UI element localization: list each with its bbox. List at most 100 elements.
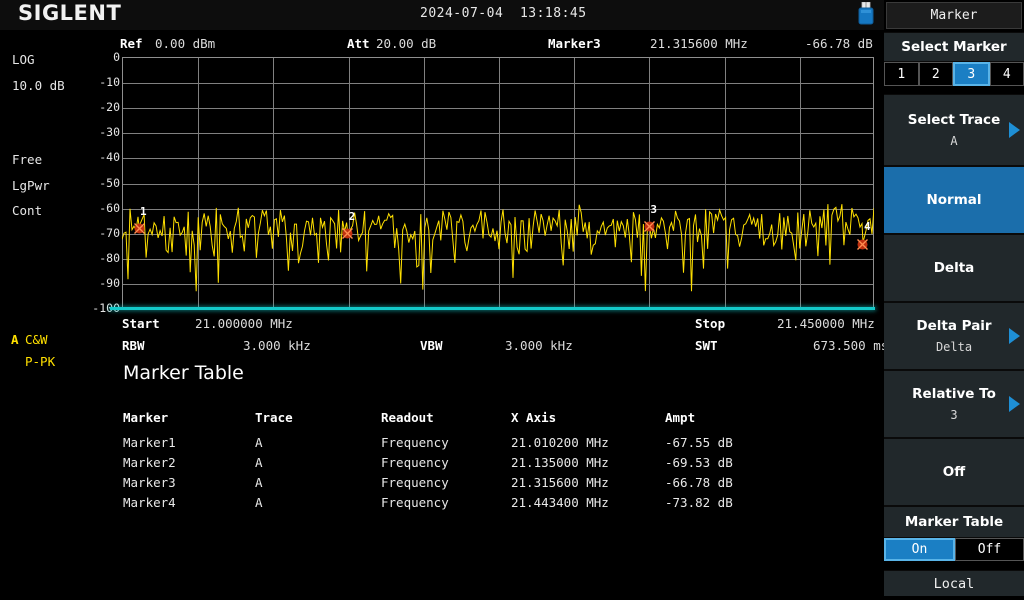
table-cell: -67.55 dB	[665, 435, 733, 450]
softkey-delta-pair[interactable]: Delta Pair Delta	[884, 302, 1024, 370]
select-marker-segments[interactable]: 1234	[884, 62, 1024, 86]
column-header: Ampt	[665, 410, 696, 425]
table-cell: Marker4	[123, 495, 176, 510]
y-axis-tick-label: 0	[113, 50, 120, 64]
select-marker-option-4[interactable]: 4	[989, 62, 1024, 86]
marker-table-option-on[interactable]: On	[884, 538, 955, 561]
y-axis-tick-label: -10	[99, 75, 120, 90]
swt-label: SWT	[695, 338, 718, 353]
table-cell: Frequency	[381, 495, 449, 510]
local-button[interactable]: Local	[884, 570, 1024, 596]
time-text: 13:18:45	[519, 6, 587, 21]
y-axis-tick-label: -90	[99, 275, 120, 290]
softkey-normal[interactable]: Normal	[884, 166, 1024, 234]
table-row[interactable]: Marker1 A Frequency 21.010200 MHz -67.55 dB	[123, 435, 873, 455]
status-sweep-mode: Cont	[12, 203, 43, 218]
rbw-value: 3.000 kHz	[243, 338, 311, 353]
chevron-right-icon	[1009, 122, 1020, 138]
marker-table: Marker Trace Readout X Axis Ampt Marker1 A Freq…	[123, 410, 873, 515]
delta-pair-value: Delta	[935, 339, 973, 354]
table-cell: Frequency	[381, 455, 449, 470]
softkey-select-trace[interactable]: Select Trace A	[884, 94, 1024, 166]
stop-label: Stop	[695, 316, 726, 331]
table-cell: 21.010200 MHz	[511, 435, 609, 450]
table-cell: A	[255, 455, 263, 470]
marker-table-toggle-label: Marker Table	[904, 513, 1004, 530]
marker-table-title: Marker Table	[123, 362, 244, 384]
active-marker-ampt: -66.78 dB	[805, 36, 873, 51]
table-cell: Frequency	[381, 435, 449, 450]
marker-point-1[interactable]	[133, 220, 146, 235]
select-marker-option-1[interactable]: 1	[884, 62, 919, 86]
off-label: Off	[942, 463, 966, 480]
local-label: Local	[933, 575, 975, 592]
trace-a-path	[122, 204, 874, 292]
select-marker-option-3[interactable]: 3	[953, 62, 990, 86]
plot-footer: Start 21.000000 MHz Stop 21.450000 MHz R…	[110, 314, 888, 354]
marker-table-option-off[interactable]: Off	[955, 538, 1024, 561]
column-header: Readout	[381, 410, 434, 425]
y-axis-tick-label: -30	[99, 125, 120, 140]
marker-label-4: 4	[863, 220, 871, 234]
usb-drive-icon	[858, 1, 874, 27]
spectrum-plot[interactable]: 1 2 3 4	[122, 57, 874, 308]
active-marker-freq: 21.315600 MHz	[650, 36, 748, 51]
y-axis-tick-label: -60	[99, 200, 120, 215]
softkey-select-marker[interactable]: Select Marker	[884, 32, 1024, 62]
chevron-right-icon	[1009, 328, 1020, 344]
table-row[interactable]: Marker2 A Frequency 21.135000 MHz -69.53 dB	[123, 455, 873, 475]
att-value: 20.00 dB	[376, 36, 437, 51]
marker-label-1: 1	[140, 204, 147, 218]
marker-point-4[interactable]	[856, 236, 869, 250]
delta-label: Delta	[933, 259, 975, 276]
select-marker-label: Select Marker	[901, 38, 1007, 55]
siglent-logo: SIGLENT	[18, 1, 122, 25]
table-cell: -66.78 dB	[665, 475, 733, 490]
active-marker-label: Marker3	[548, 36, 601, 51]
chevron-right-icon	[1009, 396, 1020, 412]
menu-title: Marker	[886, 2, 1022, 29]
y-axis-tick-label: -70	[99, 225, 120, 240]
softkey-relative-to[interactable]: Relative To 3	[884, 370, 1024, 438]
table-cell: A	[255, 435, 263, 450]
table-row[interactable]: Marker4 A Frequency 21.443400 MHz -73.82 dB	[123, 495, 873, 515]
table-cell: Marker3	[123, 475, 176, 490]
marker-point-3[interactable]	[643, 218, 656, 233]
column-header: Marker	[123, 410, 169, 425]
rbw-label: RBW	[122, 338, 145, 353]
y-axis-tick-label: -50	[99, 175, 120, 190]
start-value: 21.000000 MHz	[195, 316, 293, 331]
y-axis-tick-label: -40	[99, 150, 120, 165]
table-cell: 21.443400 MHz	[511, 495, 609, 510]
table-cell: -73.82 dB	[665, 495, 733, 510]
left-status-column: LOG 10.0 dB Free LgPwr Cont A C&W P-PK	[0, 30, 110, 600]
marker-table-segments[interactable]: On Off	[884, 538, 1024, 561]
att-label: Att	[347, 36, 370, 51]
ref-value: 0.00 dBm	[155, 36, 216, 51]
select-marker-option-2[interactable]: 2	[918, 62, 953, 86]
y-axis-tick-label: -80	[99, 250, 120, 265]
spectrum-analyzer-screen: SIGLENT 2024-07-04 13:18:45 LOG 10.0 dB …	[0, 0, 1024, 600]
select-trace-label: Select Trace	[907, 112, 1001, 129]
top-bar: SIGLENT 2024-07-04 13:18:45	[0, 0, 884, 30]
table-cell: -69.53 dB	[665, 455, 733, 470]
vbw-label: VBW	[420, 338, 443, 353]
softkey-panel: Marker Select Marker 1234 Select Trace A…	[884, 0, 1024, 600]
status-detector-mode: LgPwr	[12, 178, 50, 193]
vbw-value: 3.000 kHz	[505, 338, 573, 353]
table-row[interactable]: Marker3 A Frequency 21.315600 MHz -66.78 dB	[123, 475, 873, 495]
softkey-marker-table[interactable]: Marker Table	[884, 506, 1024, 538]
softkey-off[interactable]: Off	[884, 438, 1024, 506]
status-trigger: Free	[12, 152, 43, 167]
stop-value: 21.450000 MHz	[777, 316, 875, 331]
relative-to-value: 3	[950, 407, 958, 422]
table-header-row: Marker Trace Readout X Axis Ampt	[123, 410, 873, 430]
softkey-delta[interactable]: Delta	[884, 234, 1024, 302]
status-scale-div: 10.0 dB	[12, 78, 65, 93]
datetime-display: 2024-07-04 13:18:45	[420, 6, 587, 21]
table-cell: 21.315600 MHz	[511, 475, 609, 490]
table-cell: A	[255, 475, 263, 490]
table-cell: 21.135000 MHz	[511, 455, 609, 470]
marker-point-2[interactable]	[341, 225, 354, 240]
table-cell: Marker2	[123, 455, 176, 470]
